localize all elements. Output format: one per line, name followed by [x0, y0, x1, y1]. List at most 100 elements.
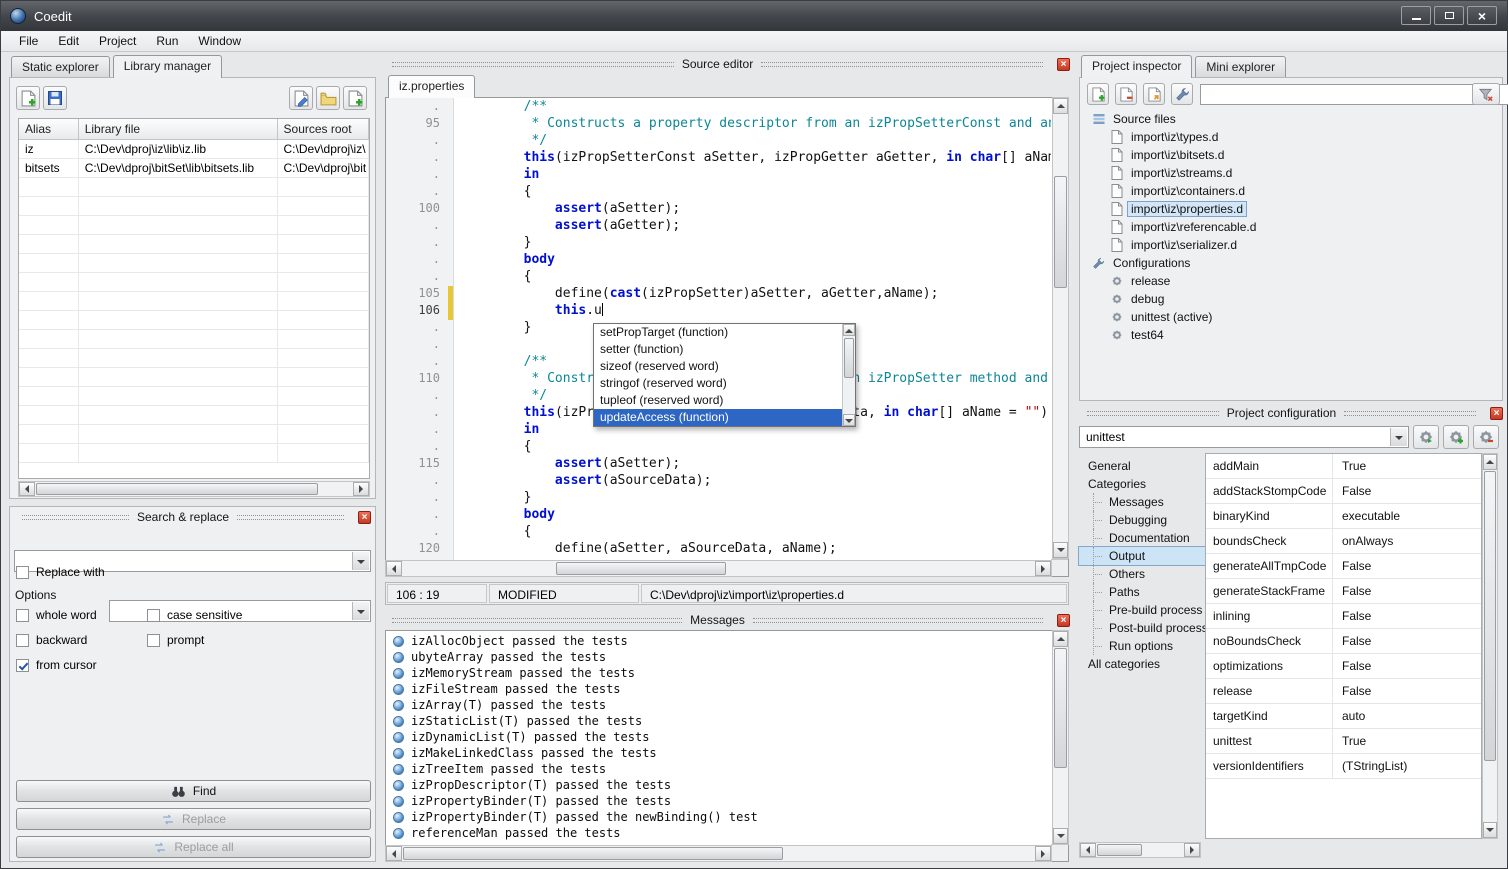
category-messages[interactable]: Messages — [1079, 493, 1205, 511]
scroll-up-button[interactable] — [843, 324, 855, 336]
scroll-left-button[interactable] — [19, 482, 35, 496]
property-value[interactable]: False — [1333, 479, 1481, 503]
remove-config-button[interactable] — [1473, 425, 1499, 449]
messages-hscrollbar[interactable] — [385, 845, 1052, 862]
property-grid-vscrollbar[interactable] — [1482, 453, 1498, 839]
add-library-from-project-button[interactable] — [343, 86, 367, 110]
scroll-thumb[interactable] — [403, 847, 783, 860]
save-library-list-button[interactable] — [43, 86, 67, 110]
tree-config[interactable]: test64 — [1086, 326, 1500, 344]
config-selector[interactable]: unittest — [1079, 426, 1409, 448]
chevron-down-icon[interactable] — [1390, 428, 1407, 446]
checkbox-backward[interactable]: backward — [16, 628, 147, 652]
column-header[interactable]: Alias — [19, 119, 79, 139]
tab-iz-properties[interactable]: iz.properties — [388, 75, 475, 98]
scroll-thumb[interactable] — [1054, 176, 1067, 288]
category-paths[interactable]: Paths — [1079, 583, 1205, 601]
message-item[interactable]: izArray(T) passed the tests — [393, 697, 1051, 713]
tab-mini-explorer[interactable]: Mini explorer — [1195, 56, 1286, 78]
tree-config[interactable]: unittest (active) — [1086, 308, 1500, 326]
filter-button[interactable] — [1472, 83, 1500, 105]
scroll-up-button[interactable] — [1483, 454, 1497, 470]
property-value[interactable]: True — [1333, 729, 1481, 753]
menu-file[interactable]: File — [9, 31, 48, 52]
inspector-filter-input[interactable] — [1200, 84, 1508, 105]
menu-window[interactable]: Window — [188, 31, 251, 52]
column-header[interactable]: Sources root — [278, 119, 370, 139]
search-replace-header[interactable]: Search & replace × — [10, 507, 375, 525]
completion-item[interactable]: setter (function) — [594, 341, 842, 358]
scroll-down-button[interactable] — [843, 414, 855, 426]
clone-config-button[interactable] — [1413, 425, 1439, 449]
search-panel-close-button[interactable]: × — [358, 511, 371, 524]
scroll-thumb[interactable] — [1484, 471, 1496, 761]
source-editor-header[interactable]: Source editor × — [384, 56, 1070, 72]
completion-item[interactable]: setPropTarget (function) — [594, 324, 842, 341]
message-item[interactable]: izFileStream passed the tests — [393, 681, 1051, 697]
scroll-thumb[interactable] — [1097, 844, 1142, 856]
add-source-button[interactable] — [1087, 83, 1109, 105]
categories-hscrollbar[interactable] — [1079, 842, 1201, 858]
scroll-down-button[interactable] — [1053, 828, 1068, 844]
chevron-down-icon[interactable] — [352, 552, 369, 570]
scroll-right-button[interactable] — [1035, 846, 1051, 861]
messages-close-button[interactable]: × — [1057, 614, 1070, 627]
checkbox-from-cursor[interactable]: from cursor — [16, 653, 147, 677]
menu-run[interactable]: Run — [146, 31, 188, 52]
replace-button[interactable]: Replace — [16, 808, 371, 830]
tree-file[interactable]: import\iz\bitsets.d — [1086, 146, 1500, 164]
checkbox-box[interactable] — [16, 566, 29, 579]
message-item[interactable]: izAllocObject passed the tests — [393, 633, 1051, 649]
category-documentation[interactable]: Documentation — [1079, 529, 1205, 547]
title-bar[interactable]: Coedit × — [1, 1, 1507, 31]
category-run-options[interactable]: Run options — [1079, 637, 1205, 655]
message-item[interactable]: referenceMan passed the tests — [393, 825, 1051, 841]
message-item[interactable]: izPropertyBinder(T) passed the newBindin… — [393, 809, 1051, 825]
message-item[interactable]: izStaticList(T) passed the tests — [393, 713, 1051, 729]
category-categories[interactable]: Categories — [1079, 475, 1205, 493]
property-value[interactable]: auto — [1333, 704, 1481, 728]
library-table-hscrollbar[interactable] — [18, 481, 370, 497]
property-value[interactable]: False — [1333, 679, 1481, 703]
completion-item[interactable]: sizeof (reserved word) — [594, 358, 842, 375]
tree-source-files[interactable]: Source files — [1086, 110, 1500, 128]
minimize-button[interactable] — [1401, 6, 1431, 25]
close-button[interactable]: × — [1467, 6, 1497, 25]
scroll-thumb[interactable] — [844, 338, 854, 378]
table-row[interactable]: bitsetsC:\Dev\dproj\bitSet\lib\bitsets.l… — [19, 159, 369, 178]
completion-item[interactable]: updateAccess (function) — [594, 409, 842, 426]
open-library-file-button[interactable] — [316, 86, 340, 110]
category-pre-build-process[interactable]: Pre-build process — [1079, 601, 1205, 619]
tools-button[interactable] — [1171, 83, 1193, 105]
editor-hscrollbar[interactable] — [385, 560, 1052, 577]
scroll-left-button[interactable] — [386, 846, 402, 861]
message-item[interactable]: izMakeLinkedClass passed the tests — [393, 745, 1051, 761]
tab-library-manager[interactable]: Library manager — [113, 55, 222, 78]
completion-scrollbar[interactable] — [842, 324, 855, 426]
scroll-right-button[interactable] — [1035, 561, 1051, 576]
remove-source-button[interactable] — [1115, 83, 1137, 105]
checkbox-case-sensitive[interactable]: case sensitive — [147, 603, 366, 627]
table-row[interactable]: izC:\Dev\dproj\iz\lib\iz.libC:\Dev\dproj… — [19, 140, 369, 159]
add-config-button[interactable] — [1443, 425, 1469, 449]
tab-static-explorer[interactable]: Static explorer — [11, 56, 110, 78]
find-button[interactable]: Find — [16, 780, 371, 802]
property-value[interactable]: onAlways — [1333, 529, 1481, 553]
scroll-left-button[interactable] — [1080, 843, 1096, 857]
scroll-down-button[interactable] — [1053, 542, 1068, 558]
scroll-thumb[interactable] — [1054, 648, 1067, 768]
message-item[interactable]: izMemoryStream passed the tests — [393, 665, 1051, 681]
add-library-button[interactable] — [16, 86, 40, 110]
category-general[interactable]: General — [1079, 457, 1205, 475]
scroll-thumb[interactable] — [556, 562, 726, 575]
property-value[interactable]: False — [1333, 629, 1481, 653]
scroll-thumb[interactable] — [36, 483, 318, 495]
category-all-categories[interactable]: All categories — [1079, 655, 1205, 673]
tree-file[interactable]: import\iz\types.d — [1086, 128, 1500, 146]
category-output[interactable]: Output — [1079, 547, 1205, 565]
scroll-down-button[interactable] — [1483, 822, 1497, 838]
tree-file[interactable]: import\iz\serializer.d — [1086, 236, 1500, 254]
completion-item[interactable]: stringof (reserved word) — [594, 375, 842, 392]
replace-all-button[interactable]: Replace all — [16, 836, 371, 858]
property-value[interactable]: False — [1333, 604, 1481, 628]
